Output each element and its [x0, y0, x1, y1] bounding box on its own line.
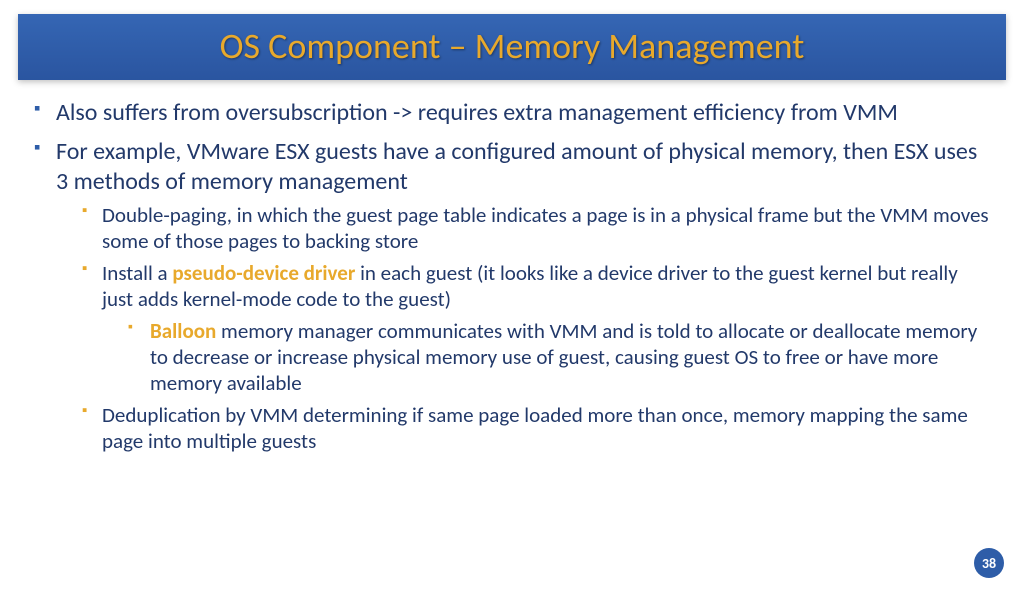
bullet-level1: Also suffers from oversubscription -> re…: [34, 98, 990, 127]
highlight-text: Balloon: [150, 318, 216, 344]
bullet-level3: Balloon memory manager communicates with…: [128, 318, 990, 396]
page-number-badge: 38: [974, 548, 1004, 578]
slide-title-bar: OS Component – Memory Management: [18, 14, 1006, 80]
bullet-text: memory manager communicates with VMM and…: [150, 318, 977, 396]
bullet-level2: Install a pseudo-device driver in each g…: [82, 260, 990, 396]
page-number: 38: [982, 555, 996, 572]
bullet-text: Double-paging, in which the guest page t…: [102, 202, 989, 254]
bullet-level2: Deduplication by VMM determining if same…: [82, 402, 990, 454]
bullet-level2: Double-paging, in which the guest page t…: [82, 202, 990, 254]
slide-content: Also suffers from oversubscription -> re…: [0, 80, 1024, 454]
bullet-text: For example, VMware ESX guests have a co…: [56, 137, 977, 195]
slide-title: OS Component – Memory Management: [220, 24, 805, 68]
highlight-text: pseudo-device driver: [172, 260, 355, 286]
bullet-text: Install a: [102, 260, 172, 286]
bullet-text: Also suffers from oversubscription -> re…: [56, 98, 898, 127]
bullet-text: Deduplication by VMM determining if same…: [102, 402, 968, 454]
bullet-level1: For example, VMware ESX guests have a co…: [34, 137, 990, 454]
